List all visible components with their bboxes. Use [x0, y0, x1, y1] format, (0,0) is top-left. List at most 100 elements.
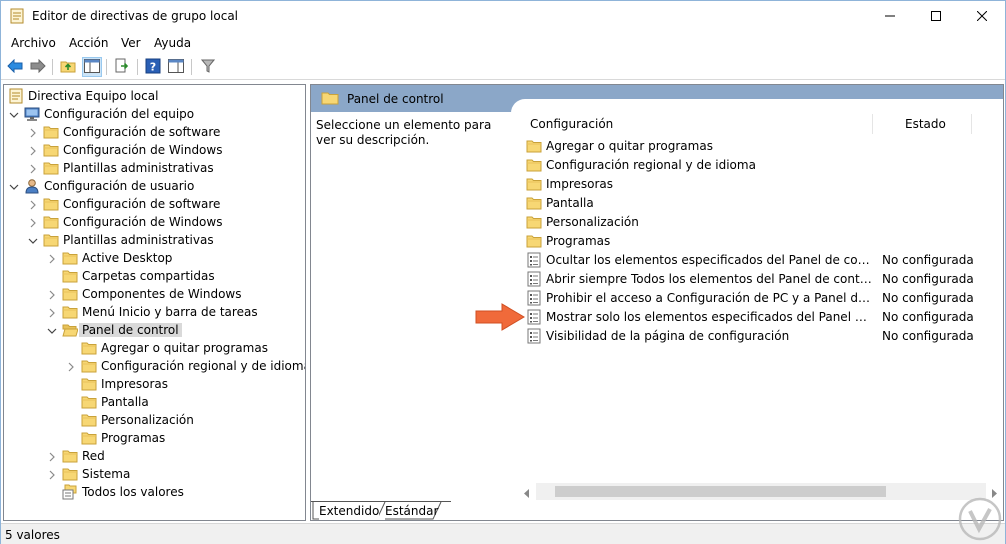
- list-item[interactable]: Prohibir el acceso a Configuración de PC…: [519, 288, 1003, 307]
- tree-item[interactable]: Carpetas compartidas: [4, 267, 304, 285]
- column-divider[interactable]: [872, 114, 873, 134]
- scroll-left-icon[interactable]: [523, 487, 531, 501]
- tree-item[interactable]: Programas: [4, 429, 304, 447]
- tree-item-label: Configuración de usuario: [44, 179, 195, 193]
- chevron-right-icon[interactable]: [28, 127, 38, 138]
- folder-icon: [321, 90, 339, 109]
- list-item[interactable]: Mostrar solo los elementos especificados…: [519, 307, 1003, 326]
- chevron-right-icon[interactable]: [28, 199, 38, 210]
- title-bar[interactable]: Editor de directivas de grupo local: [1, 1, 1005, 31]
- policy-setting-icon: [526, 271, 542, 287]
- show-hide-tree-button[interactable]: [82, 57, 102, 77]
- list-item[interactable]: Programas: [519, 231, 1003, 250]
- tree-item[interactable]: Personalización: [4, 411, 304, 429]
- export-list-button[interactable]: [112, 57, 132, 77]
- forward-button[interactable]: [28, 57, 48, 77]
- tree-item[interactable]: Configuración regional y de idioma: [4, 357, 305, 375]
- tree-item[interactable]: Red: [4, 447, 304, 465]
- chevron-right-icon[interactable]: [47, 451, 57, 462]
- list-item[interactable]: Agregar o quitar programas: [519, 136, 1003, 155]
- list-item[interactable]: Abrir siempre Todos los elementos del Pa…: [519, 269, 1003, 288]
- scrollbar-thumb[interactable]: [555, 486, 886, 497]
- column-header-configuracion[interactable]: Configuración: [530, 112, 613, 135]
- maximize-button[interactable]: [913, 1, 959, 31]
- column-divider[interactable]: [971, 114, 972, 134]
- console-tree[interactable]: Directiva Equipo local Configuración del …: [3, 84, 306, 521]
- user-icon: [24, 178, 40, 194]
- forward-arrow-icon: [30, 58, 46, 76]
- setting-state: No configurada: [882, 253, 974, 267]
- up-level-button[interactable]: [58, 57, 78, 77]
- tree-item[interactable]: Impresoras: [4, 375, 304, 393]
- chevron-right-icon[interactable]: [47, 253, 57, 264]
- chevron-right-icon[interactable]: [47, 469, 57, 480]
- menu-ayuda[interactable]: Ayuda: [154, 36, 191, 50]
- horizontal-scrollbar[interactable]: [519, 483, 1003, 500]
- tree-item[interactable]: Configuración del equipo: [4, 105, 304, 123]
- toolbar-separator: [137, 59, 138, 75]
- list-item[interactable]: Ocultar los elementos especificados del …: [519, 250, 1003, 269]
- tree-item[interactable]: Pantalla: [4, 393, 304, 411]
- folder-icon: [62, 286, 78, 302]
- chevron-right-icon[interactable]: [47, 289, 57, 300]
- setting-state: No configurada: [882, 329, 974, 343]
- tree-item-label: Red: [82, 449, 105, 463]
- tab-extendido[interactable]: Extendido: [319, 502, 379, 520]
- back-button[interactable]: [5, 57, 25, 77]
- tree-item[interactable]: Sistema: [4, 465, 304, 483]
- list-item[interactable]: Impresoras: [519, 174, 1003, 193]
- scrollbar-track[interactable]: [536, 483, 986, 500]
- tab-estandar[interactable]: Estándar: [385, 502, 438, 520]
- list-item[interactable]: Personalización: [519, 212, 1003, 231]
- chevron-down-icon[interactable]: [9, 109, 19, 119]
- setting-name: Abrir siempre Todos los elementos del Pa…: [546, 272, 872, 286]
- tree-item[interactable]: Menú Inicio y barra de tareas: [4, 303, 304, 321]
- help-button[interactable]: ?: [143, 57, 163, 77]
- list-item[interactable]: Pantalla: [519, 193, 1003, 212]
- folder-icon: [62, 250, 78, 266]
- folder-icon: [526, 157, 542, 173]
- tree-item[interactable]: Active Desktop: [4, 249, 304, 267]
- close-button[interactable]: [959, 1, 1005, 31]
- chevron-down-icon[interactable]: [28, 235, 38, 245]
- minimize-button[interactable]: [867, 1, 913, 31]
- folder-icon: [81, 358, 97, 374]
- chevron-right-icon[interactable]: [47, 307, 57, 318]
- tree-item[interactable]: Configuración de Windows: [4, 213, 304, 231]
- tree-item[interactable]: Configuración de software: [4, 195, 304, 213]
- tree-item[interactable]: Agregar o quitar programas: [4, 339, 304, 357]
- chevron-right-icon[interactable]: [28, 217, 38, 228]
- tree-item[interactable]: Plantillas administrativas: [4, 231, 304, 249]
- tree-item-label: Menú Inicio y barra de tareas: [82, 305, 258, 319]
- menu-ver[interactable]: Ver: [121, 36, 141, 50]
- tree-item-label: Configuración de Windows: [63, 143, 223, 157]
- tree-item[interactable]: Plantillas administrativas: [4, 159, 304, 177]
- chevron-right-icon[interactable]: [28, 145, 38, 156]
- tree-item[interactable]: Todos los valores: [4, 483, 304, 501]
- policy-setting-icon: [526, 328, 542, 344]
- tree-item[interactable]: Panel de control: [4, 321, 304, 339]
- window-title: Editor de directivas de grupo local: [32, 9, 239, 23]
- filter-button[interactable]: [198, 57, 218, 77]
- tree-item[interactable]: Componentes de Windows: [4, 285, 304, 303]
- tree-item[interactable]: Configuración de software: [4, 123, 304, 141]
- folder-icon: [43, 232, 59, 248]
- back-arrow-icon: [7, 58, 23, 76]
- list-item[interactable]: Configuración regional y de idioma: [519, 155, 1003, 174]
- tree-item[interactable]: Configuración de usuario: [4, 177, 304, 195]
- list-item[interactable]: Visibilidad de la página de configuració…: [519, 326, 1003, 345]
- tree-item[interactable]: Configuración de Windows: [4, 141, 304, 159]
- menu-archivo[interactable]: Archivo: [11, 36, 56, 50]
- settings-list[interactable]: Configuración Estado Agregar o quitar pr…: [519, 112, 1003, 497]
- tree-item-label: Configuración de software: [63, 197, 221, 211]
- chevron-right-icon[interactable]: [66, 361, 76, 372]
- chevron-down-icon[interactable]: [47, 325, 57, 335]
- tree-item-label: Sistema: [82, 467, 131, 481]
- chevron-down-icon[interactable]: [9, 181, 19, 191]
- menu-accion[interactable]: Acción: [69, 36, 108, 50]
- chevron-right-icon[interactable]: [28, 163, 38, 174]
- toolbar-separator: [106, 59, 107, 75]
- tree-item[interactable]: Directiva Equipo local: [4, 87, 304, 105]
- column-header-estado[interactable]: Estado: [905, 112, 946, 135]
- show-action-pane-button[interactable]: [166, 57, 186, 77]
